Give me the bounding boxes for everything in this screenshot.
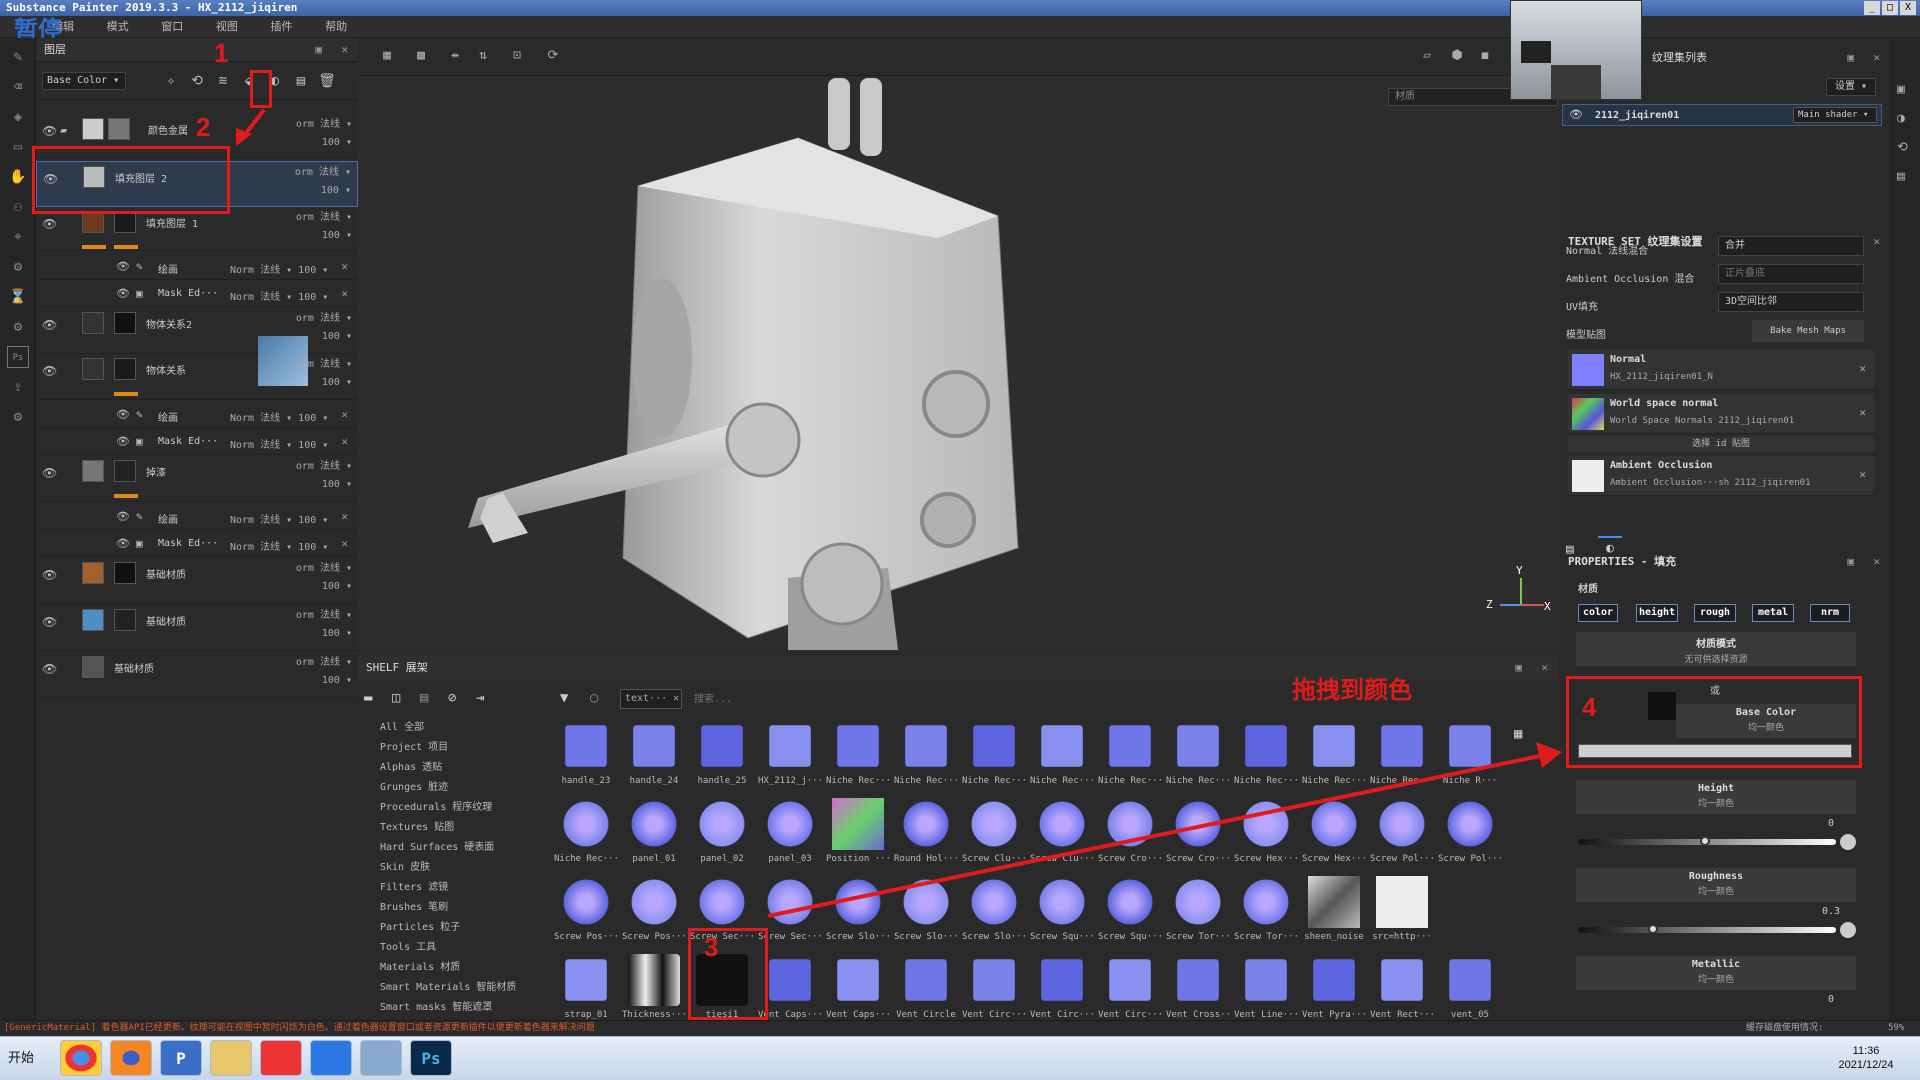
p-app-label: P	[176, 1049, 186, 1068]
disk-usage-label: 缓存磁盘使用情况:	[1746, 1023, 1824, 1033]
clock-time: 11:36	[1852, 1045, 1880, 1057]
photoshop-icon[interactable]: Ps	[410, 1040, 452, 1076]
annotation-arrows	[236, 108, 1562, 918]
start-label: 开始	[8, 1050, 35, 1065]
arrow-3-to-4	[767, 754, 1541, 918]
chrome-icon[interactable]	[60, 1040, 102, 1076]
taskbar-clock[interactable]: 11:36 2021/12/24	[1826, 1044, 1906, 1072]
firefox-icon[interactable]	[110, 1040, 152, 1076]
start-button[interactable]: 开始	[2, 1042, 48, 1074]
substance-icon[interactable]	[260, 1040, 302, 1076]
folder-icon[interactable]	[210, 1040, 252, 1076]
notepad-icon[interactable]	[360, 1040, 402, 1076]
p-app-icon[interactable]: P	[160, 1040, 202, 1076]
arrowhead-4	[1536, 742, 1562, 768]
status-bar: [GenericMaterial] 着色器API已经更新。纹理可能在视图中暂时闪…	[0, 1020, 1920, 1034]
status-message: [GenericMaterial] 着色器API已经更新。纹理可能在视图中暂时闪…	[4, 1023, 595, 1033]
photoshop-label: Ps	[421, 1049, 441, 1068]
clock-date: 2021/12/24	[1838, 1059, 1894, 1071]
feather-icon[interactable]	[310, 1040, 352, 1076]
disk-usage-value: 59%	[1888, 1023, 1905, 1033]
